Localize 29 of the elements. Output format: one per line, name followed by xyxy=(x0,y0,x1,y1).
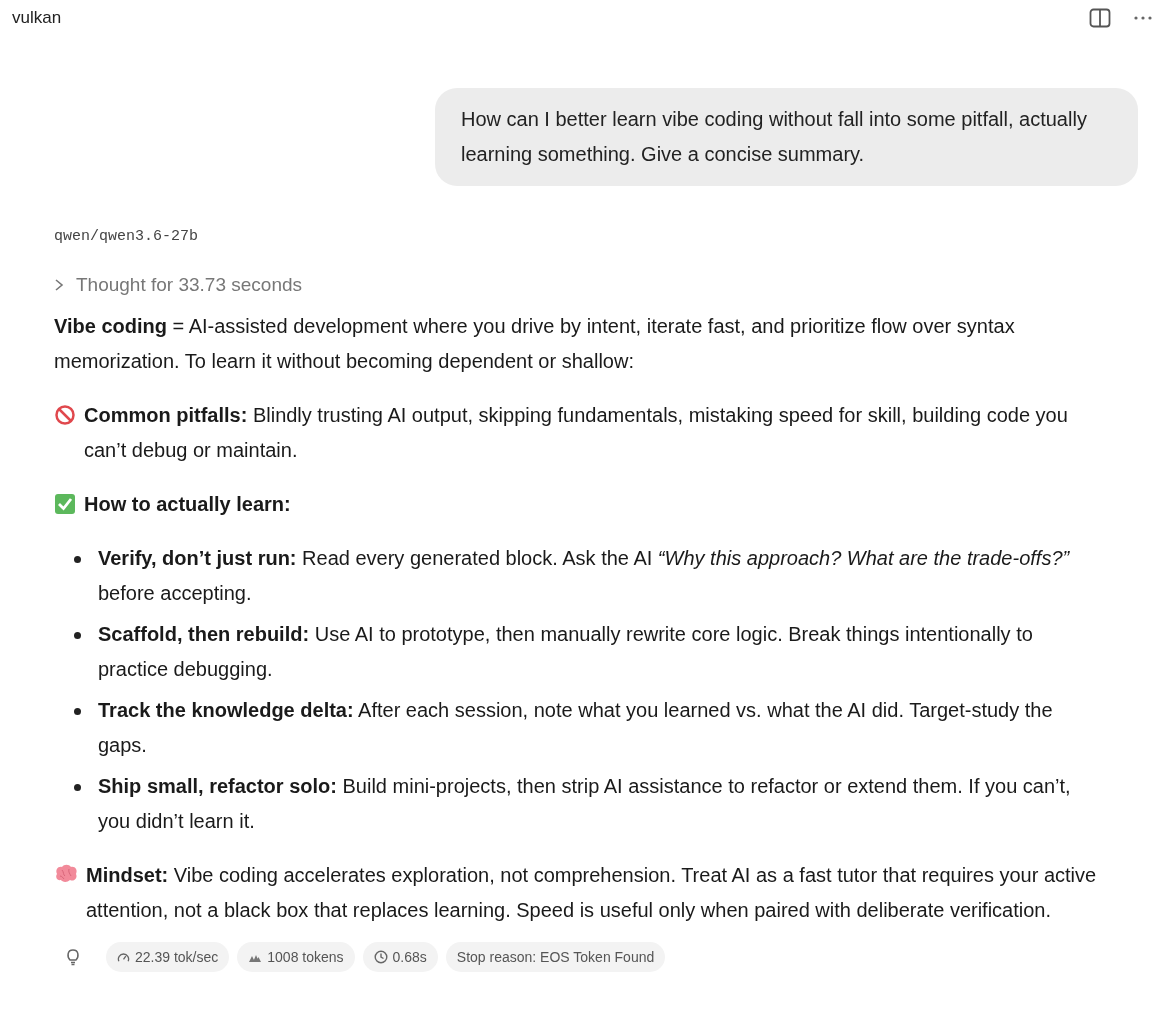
chevron-icon xyxy=(54,277,64,292)
stat-label: 0.68s xyxy=(392,947,427,967)
more-icon[interactable] xyxy=(1133,15,1153,21)
stat-label: Stop reason: EOS Token Found xyxy=(456,947,655,967)
lightbulb-icon[interactable] xyxy=(66,948,80,966)
window-title: vulkan xyxy=(12,7,62,30)
prohibited-icon xyxy=(54,404,76,426)
bullet-icon xyxy=(74,708,81,715)
check-mark-icon xyxy=(54,493,76,515)
gauge-icon xyxy=(117,950,130,964)
response-paragraph: How to actually learn: xyxy=(84,492,291,517)
list-item: Scaffold, then rebuild: Use AI to prototype, then manually rewrite core logic. Break things intentionally to practice debugging. xyxy=(98,622,1034,682)
response-paragraph: Vibe coding = AI-assisted development where you drive by intent, iterate fast, and prioritize flow over syntax memorization. To learn it without becoming dependent or shallow: xyxy=(54,314,1016,374)
clock-icon xyxy=(373,950,388,964)
stat-label: 1008 tokens xyxy=(267,947,344,967)
user-message: How can I better learn vibe coding without fall into some pitfall, actually learning something. Give a concise summary. xyxy=(435,88,1138,186)
stat-label: 22.39 tok/sec xyxy=(135,947,219,967)
list-item: Track the knowledge delta: After each session, note what you learned vs. what the AI did. Target-study the gaps. xyxy=(98,698,1054,758)
brain-icon xyxy=(54,864,78,884)
bullet-icon xyxy=(74,632,81,639)
thought-toggle[interactable]: Thought for 33.73 seconds xyxy=(54,270,303,299)
response-paragraph: Common pitfalls: Blindly trusting AI output, skipping fundamentals, mistaking speed for skill, building code you can’t debug or maintain. xyxy=(84,403,1069,463)
list-item: Ship small, refactor solo: Build mini-projects, then strip AI assistance to refactor or extend them. If you can’t, you didn’t learn it. xyxy=(98,774,1072,834)
bullet-icon xyxy=(74,784,81,791)
response-paragraph: Mindset: Vibe coding accelerates exploration, not comprehension. Treat AI as a fast tutor that requires your active attention, not a black box that replaces learning. Speed is useful only when paired with deliberate verification. xyxy=(86,863,1098,923)
split-view-icon[interactable] xyxy=(1089,8,1111,28)
list-item: Verify, don’t just run: Read every generated block. Ask the AI “Why this approach? What are the trade-offs?” before accepting. xyxy=(98,546,1071,606)
bullet-icon xyxy=(74,556,81,563)
model-name: qwen/qwen3.6-27b xyxy=(54,227,200,247)
